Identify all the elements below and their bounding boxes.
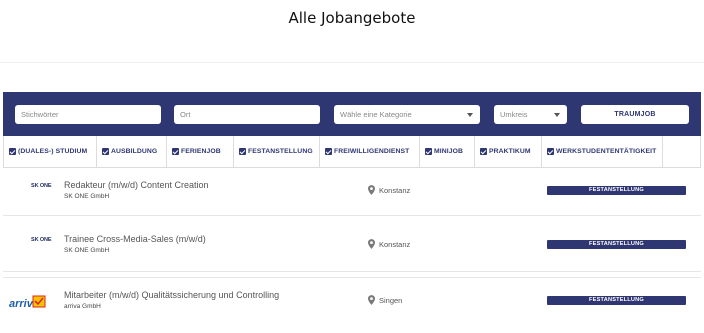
job-type-filter-row: (DUALES-) STUDIUM AUSBILDUNG FERIENJOB F… xyxy=(3,136,701,168)
filter-label: FREIWILLIGENDIENST xyxy=(334,148,410,155)
job-listing-row[interactable]: arriva Mitarbeiter (m/w/d) Qualitätssich… xyxy=(3,277,701,327)
company-name: arriva GmbH xyxy=(64,303,101,310)
chevron-down-icon xyxy=(467,113,473,117)
filter-label: WERKSTUDENTENTÄTIGKEIT xyxy=(556,148,657,155)
search-row: Wähle eine Kategorie Umkreis TRAUMJOB xyxy=(3,92,701,136)
map-pin-icon xyxy=(368,185,375,195)
company-logo: SK ONE xyxy=(31,237,52,243)
job-location: Singen xyxy=(368,295,402,305)
radius-select-value: Umkreis xyxy=(500,110,528,119)
location-text: Singen xyxy=(379,295,403,305)
checkbox-checked-icon[interactable] xyxy=(480,148,487,155)
filter-freiwilligendienst[interactable]: FREIWILLIGENDIENST xyxy=(320,136,420,167)
filter-minijob[interactable]: MINIJOB xyxy=(420,136,475,167)
company-logo: arriva xyxy=(9,295,46,310)
company-name: SK ONE GmbH xyxy=(64,193,110,200)
employment-type-badge: FESTANSTELLUNG xyxy=(547,296,686,305)
checkbox-checked-icon[interactable] xyxy=(9,148,16,155)
checkbox-checked-icon[interactable] xyxy=(425,148,432,155)
job-title[interactable]: Redakteur (m/w/d) Content Creation xyxy=(64,180,209,190)
checkbox-checked-icon[interactable] xyxy=(239,148,246,155)
filter-festanstellung[interactable]: FESTANSTELLUNG xyxy=(234,136,320,167)
job-filter-panel: Wähle eine Kategorie Umkreis TRAUMJOB (D… xyxy=(3,92,701,168)
checkbox-checked-icon[interactable] xyxy=(172,148,179,155)
job-location: Konstanz xyxy=(368,185,410,195)
company-name: SK ONE GmbH xyxy=(64,247,110,254)
category-select-value: Wähle eine Kategorie xyxy=(340,110,412,119)
filter-werkstudententaetigkeit[interactable]: WERKSTUDENTENTÄTIGKEIT xyxy=(542,136,663,167)
checkbox-checked-icon[interactable] xyxy=(102,148,109,155)
filter-label: PRAKTIKUM xyxy=(489,148,531,155)
filter-duales-studium[interactable]: (DUALES-) STUDIUM xyxy=(4,136,97,167)
category-select[interactable]: Wähle eine Kategorie xyxy=(334,105,480,124)
traumjob-search-button[interactable]: TRAUMJOB xyxy=(581,105,689,124)
job-title[interactable]: Trainee Cross-Media-Sales (m/w/d) xyxy=(64,234,206,244)
employment-type-badge: FESTANSTELLUNG xyxy=(547,240,686,249)
filter-ferienjob[interactable]: FERIENJOB xyxy=(167,136,234,167)
map-pin-icon xyxy=(368,295,375,305)
location-text: Konstanz xyxy=(379,185,411,195)
filter-ausbildung[interactable]: AUSBILDUNG xyxy=(97,136,167,167)
checkbox-checked-icon[interactable] xyxy=(325,148,332,155)
radius-select[interactable]: Umkreis xyxy=(494,105,567,124)
location-input[interactable] xyxy=(174,105,320,124)
employment-type-badge: FESTANSTELLUNG xyxy=(547,186,686,195)
job-listing-row[interactable]: SK ONE Redakteur (m/w/d) Content Creatio… xyxy=(3,168,701,216)
job-listing-row[interactable]: SK ONE Trainee Cross-Media-Sales (m/w/d)… xyxy=(3,222,701,272)
page-title: Alle Jobangebote xyxy=(288,9,416,27)
job-location: Konstanz xyxy=(368,239,410,249)
job-title[interactable]: Mitarbeiter (m/w/d) Qualitätssicherung u… xyxy=(64,290,279,300)
keywords-input[interactable] xyxy=(15,105,161,124)
filter-label: FERIENJOB xyxy=(181,148,221,155)
company-logo: SK ONE xyxy=(31,183,52,189)
filter-label: AUSBILDUNG xyxy=(111,148,158,155)
filter-label: MINIJOB xyxy=(434,148,464,155)
checkbox-checked-icon[interactable] xyxy=(547,148,554,155)
filter-label: (DUALES-) STUDIUM xyxy=(18,148,88,155)
filter-praktikum[interactable]: PRAKTIKUM xyxy=(475,136,542,167)
chevron-down-icon xyxy=(554,113,560,117)
divider xyxy=(0,62,704,63)
filter-label: FESTANSTELLUNG xyxy=(248,148,313,155)
map-pin-icon xyxy=(368,239,375,249)
location-text: Konstanz xyxy=(379,239,411,249)
